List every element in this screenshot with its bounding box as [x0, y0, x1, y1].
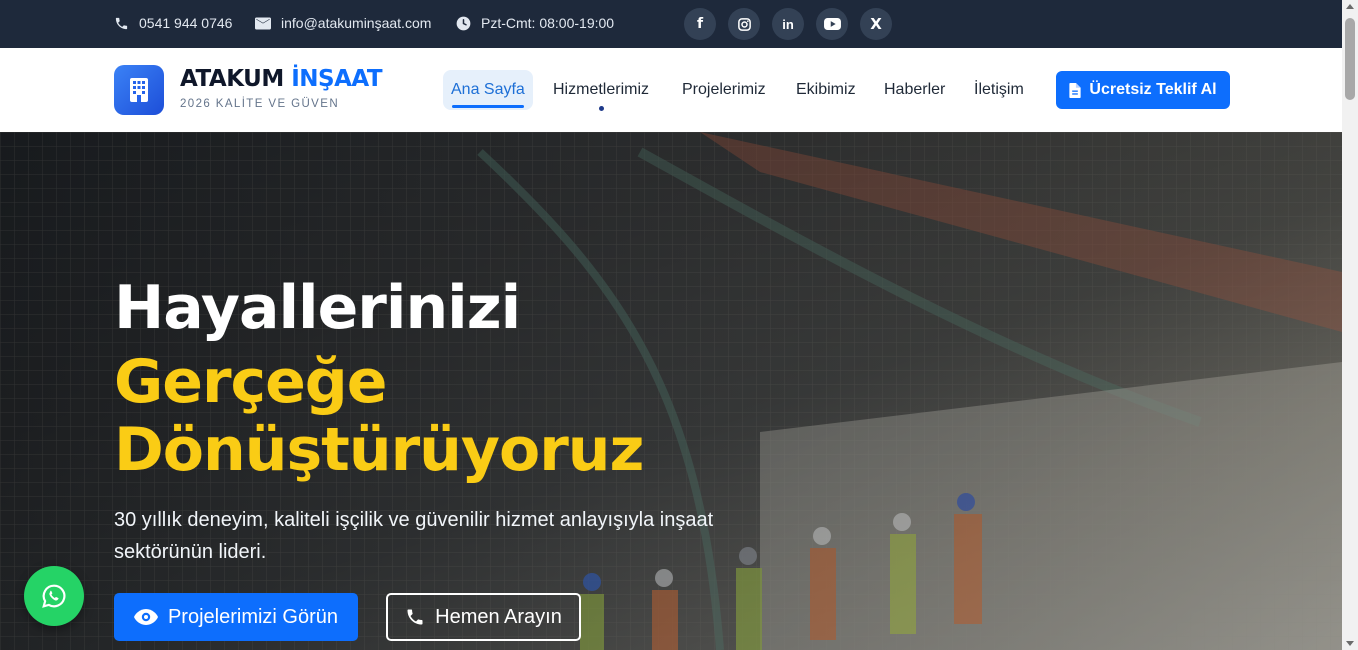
brand-accent: İNŞAAT	[291, 66, 383, 92]
email-text: info@atakuminşaat.com	[281, 15, 432, 31]
envelope-icon	[255, 17, 271, 29]
hero-lead-text: 30 yıllık deneyim, kaliteli işçilik ve g…	[114, 509, 714, 563]
instagram-icon	[737, 17, 751, 31]
free-quote-button[interactable]: Ücretsiz Teklif Al	[1056, 71, 1230, 109]
nav-hizmetlerimiz[interactable]: Hizmetlerimiz	[553, 70, 649, 111]
phone-contact[interactable]: 0541 944 0746	[114, 15, 232, 31]
x-link[interactable]: X	[860, 8, 892, 40]
youtube-link[interactable]	[816, 8, 848, 40]
youtube-icon	[823, 18, 841, 30]
nav-label: Ekibimiz	[796, 81, 856, 98]
nav-iletisim[interactable]: İletişim	[974, 70, 1024, 110]
page-scrollbar[interactable]	[1342, 0, 1358, 650]
scrollbar-thumb[interactable]	[1345, 18, 1355, 100]
view-projects-label: Projelerimizi Görün	[167, 605, 339, 628]
phone-icon	[115, 17, 128, 29]
x-icon: X	[870, 15, 882, 33]
building-icon	[130, 78, 148, 102]
active-indicator	[452, 105, 524, 108]
nav-projelerimiz[interactable]: Projelerimiz	[682, 70, 766, 110]
nav-ekibimiz[interactable]: Ekibimiz	[796, 70, 856, 110]
linkedin-icon: in	[782, 16, 794, 32]
call-now-label: Hemen Arayın	[435, 605, 562, 628]
dropdown-indicator-icon	[599, 106, 604, 111]
hero-title-line-3: Dönüştürüyoruz	[114, 415, 644, 485]
call-now-button[interactable]: Hemen Arayın	[386, 593, 581, 641]
hours-text: Pzt-Cmt: 08:00-19:00	[481, 15, 615, 31]
site-header: ATAKUM İNŞAAT 2026 KALİTE VE GÜVEN Ana S…	[0, 48, 1342, 132]
whatsapp-icon	[42, 584, 66, 608]
phone-icon	[407, 609, 423, 625]
cta-label: Ücretsiz Teklif Al	[1089, 81, 1217, 98]
hero-section: Hayallerinizi Gerçeğe Dönüştürüyoruz 30 …	[0, 132, 1342, 650]
email-contact[interactable]: info@atakuminşaat.com	[255, 15, 431, 31]
scroll-up-arrow-icon[interactable]	[1346, 4, 1354, 9]
nav-label: Projelerimiz	[682, 81, 766, 98]
nav-ana-sayfa[interactable]: Ana Sayfa	[443, 70, 533, 110]
working-hours: Pzt-Cmt: 08:00-19:00	[456, 15, 614, 31]
clock-icon	[456, 16, 471, 30]
nav-label: Hizmetlerimiz	[553, 81, 649, 98]
facebook-icon: f	[696, 16, 704, 32]
nav-label: Ana Sayfa	[451, 81, 525, 98]
linkedin-link[interactable]: in	[772, 8, 804, 40]
top-bar: 0541 944 0746 info@atakuminşaat.com Pzt-…	[0, 0, 1342, 48]
phone-text: 0541 944 0746	[139, 15, 233, 31]
brand-name[interactable]: ATAKUM İNŞAAT	[180, 66, 383, 92]
brand-tagline: 2026 KALİTE VE GÜVEN	[180, 98, 340, 110]
eye-icon	[133, 609, 158, 625]
scroll-down-arrow-icon[interactable]	[1346, 641, 1354, 646]
hero-title-line-2: Gerçeğe	[114, 347, 387, 417]
whatsapp-button[interactable]	[24, 566, 84, 626]
facebook-link[interactable]: f	[684, 8, 716, 40]
nav-label: Haberler	[884, 81, 946, 98]
nav-label: İletişim	[974, 81, 1024, 98]
logo[interactable]	[114, 65, 164, 115]
document-icon	[1069, 82, 1082, 98]
instagram-link[interactable]	[728, 8, 760, 40]
nav-haberler[interactable]: Haberler	[884, 70, 945, 110]
view-projects-button[interactable]: Projelerimizi Görün	[114, 593, 358, 641]
hero-title-line-1: Hayallerinizi	[114, 273, 521, 343]
brand-main: ATAKUM	[180, 66, 292, 92]
